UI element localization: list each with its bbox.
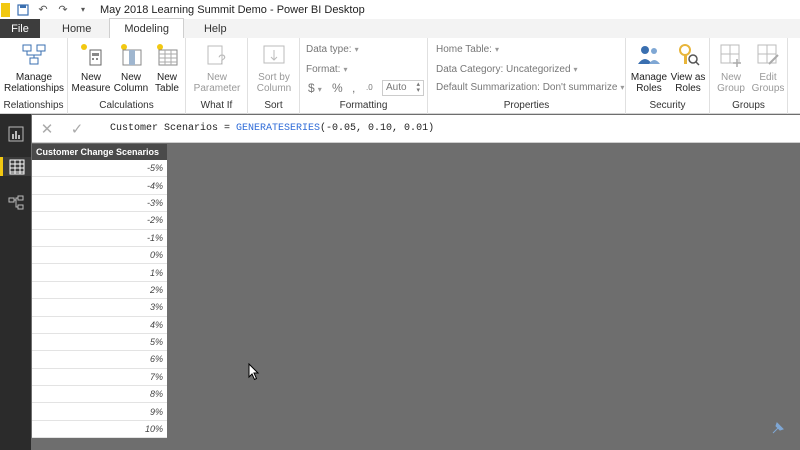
currency-button[interactable]: $ ▾ [308,81,322,95]
chevron-down-icon: ▾ [620,83,625,92]
save-icon[interactable] [16,3,30,17]
column-header[interactable]: Customer Change Scenarios [32,144,167,160]
table-row[interactable]: 9% [32,403,167,421]
decimal-places-input[interactable]: Auto ▴ ▾ [382,80,424,96]
group-label-security: Security [649,100,686,111]
percent-button[interactable]: % [332,81,343,95]
table-body: -5% -4% -3% -2% -1% 0% 1% 2% 3% 4% 5% 6% 7% 8% 9% 10% [32,160,167,439]
roles-icon [636,42,662,68]
group-label-properties: Properties [503,100,550,111]
table-row[interactable]: 2% [32,281,167,300]
table-row[interactable]: 3% [32,299,167,317]
powerbi-logo-icon [1,2,10,17]
table-row[interactable]: 0% [32,246,167,265]
default-summarization-dropdown[interactable]: Default Summarization: Don't summarize ▾ [436,82,624,93]
table-row[interactable]: -1% [32,229,167,247]
view-as-roles-button[interactable]: View as Roles [668,42,708,94]
title-bar: ↶ ↷ ▾ May 2018 Learning Summit Demo - Po… [0,0,800,19]
relationships-icon [21,42,47,68]
new-column-button[interactable]: New Column [112,42,150,94]
tab-home[interactable]: Home [40,19,109,38]
new-table-button[interactable]: New Table [150,42,184,94]
data-view-icon[interactable] [0,157,31,176]
ribbon-tabs: File Home Modeling Help [0,18,800,38]
manage-roles-button[interactable]: Manage Roles [628,42,670,94]
new-measure-button[interactable]: New Measure [72,42,110,94]
table-row[interactable]: 4% [32,316,167,334]
group-label-whatif: What If [200,100,233,111]
sort-group: Sort by Column Sort [248,38,300,114]
sort-icon [261,42,287,68]
edit-groups-icon [755,42,781,68]
mouse-cursor-icon [248,362,260,381]
table-row[interactable]: 8% [32,386,167,404]
table-row[interactable]: -3% [32,194,167,213]
formatting-group: Data type: ▾ Format: ▾ $ ▾ % , .0 Auto ▴ ▾ Fo… [300,38,428,114]
chevron-down-icon: ▾ [354,45,359,54]
stepper-icon: ▴ ▾ [416,81,420,94]
redo-icon[interactable]: ↷ [56,3,70,17]
table-row[interactable]: -4% [32,177,167,195]
chevron-down-icon: ▾ [317,85,322,94]
new-group-icon [718,42,744,68]
table-row[interactable]: 5% [32,333,167,352]
manage-relationships-button[interactable]: Manage Relationships [4,42,64,94]
model-view-icon[interactable] [6,193,25,212]
calculations-group: New Measure New Column New Table Calcula… [68,38,186,114]
table-row[interactable]: 10% [32,420,167,439]
home-table-dropdown[interactable]: Home Table: ▾ [436,44,499,55]
cancel-formula-icon[interactable]: ✕ [32,115,62,143]
undo-icon[interactable]: ↶ [36,3,50,17]
new-group-button[interactable]: New Group [712,42,750,94]
table-row[interactable]: 7% [32,368,167,387]
new-parameter-button[interactable]: ? New Parameter [192,42,242,94]
formula-bar: ✕ ✓ Customer Scenarios = GENERATESERIES(… [32,115,800,143]
decimal-button[interactable]: .0 [366,83,373,92]
data-category-dropdown[interactable]: Data Category: Uncategorized ▾ [436,64,578,75]
group-label-groups: Groups [732,100,765,111]
pin-icon[interactable] [770,420,786,436]
commit-formula-icon[interactable]: ✓ [62,115,92,143]
view-navigation [0,114,31,450]
data-type-dropdown[interactable]: Data type: ▾ [306,44,359,55]
tab-file[interactable]: File [0,19,40,38]
new-measure-icon [78,42,104,68]
window-title: May 2018 Learning Summit Demo - Power BI… [100,3,365,16]
parameter-icon: ? [204,42,230,68]
sort-by-column-button[interactable]: Sort by Column [252,42,296,94]
security-group: Manage Roles View as Roles Security [626,38,710,114]
table-row[interactable]: -5% [32,160,167,178]
group-label-sort: Sort [264,100,283,111]
chevron-down-icon: ▾ [343,65,348,74]
comma-button[interactable]: , [352,81,355,95]
properties-group: Home Table: ▾ Data Category: Uncategorize… [428,38,626,114]
data-table: Customer Change Scenarios -5% -4% -3% -2% -1… [32,144,167,439]
quick-access-dropdown-icon[interactable]: ▾ [76,3,90,17]
chevron-down-icon: ▾ [494,45,499,54]
tab-modeling[interactable]: Modeling [109,18,184,38]
table-row[interactable]: -2% [32,212,167,230]
chevron-down-icon: ▾ [573,65,578,74]
view-as-roles-icon [675,42,701,68]
group-label-calculations: Calculations [99,100,154,111]
tab-help[interactable]: Help [184,19,241,38]
relationships-group: Manage Relationships Relationships [0,38,68,114]
whatif-group: ? New Parameter What If [186,38,248,114]
edit-groups-button[interactable]: Edit Groups [750,42,786,94]
format-dropdown[interactable]: Format: ▾ [306,64,347,75]
ribbon: Manage Relationships Relationships New M… [0,38,800,114]
table-row[interactable]: 6% [32,351,167,369]
groups-group: New Group Edit Groups Groups [710,38,788,114]
svg-text:?: ? [218,51,226,67]
new-table-icon [154,42,180,68]
table-row[interactable]: 1% [32,264,167,282]
group-label-formatting: Formatting [339,100,388,111]
formula-input[interactable]: Customer Scenarios = GENERATESERIES(-0.0… [110,123,434,134]
group-label-relationships: Relationships [3,100,64,111]
report-view-icon[interactable] [6,124,25,143]
new-column-icon [118,42,144,68]
